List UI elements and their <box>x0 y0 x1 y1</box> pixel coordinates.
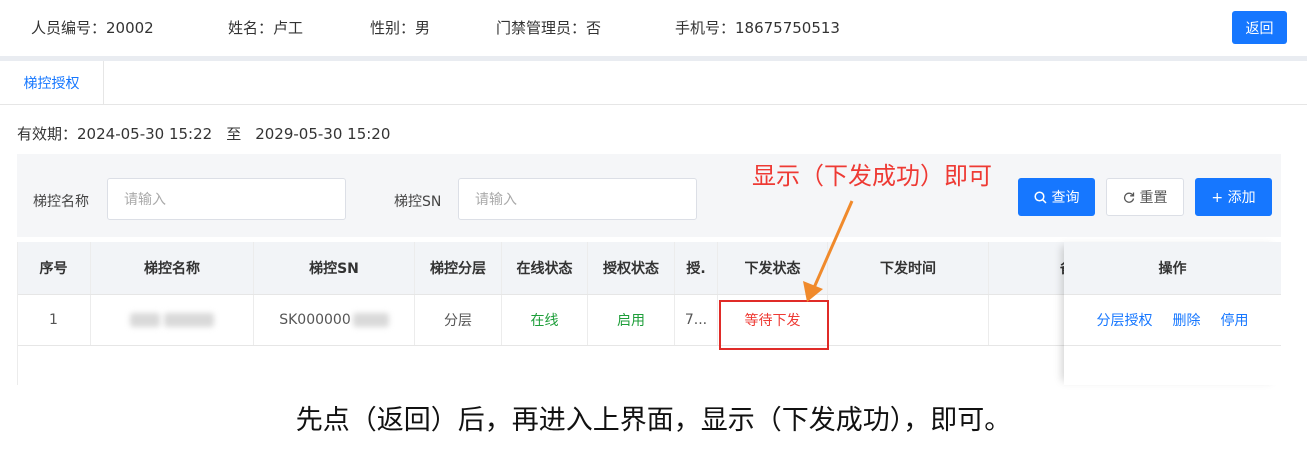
arrow-annotation <box>803 200 854 302</box>
arrow-shaft <box>811 200 854 291</box>
bottom-instruction: 先点（返回）后，再进入上界面，显示（下发成功），即可。 <box>295 405 1012 436</box>
arrow-head <box>803 281 823 302</box>
